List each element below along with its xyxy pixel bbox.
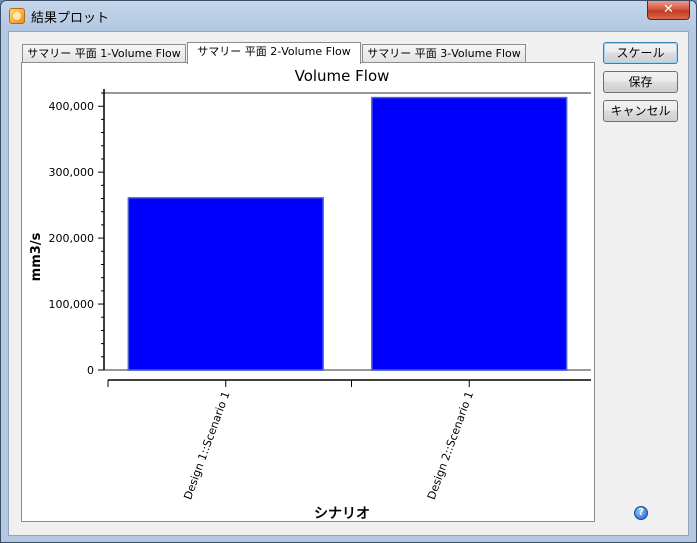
y-tick-label: 0 (87, 364, 94, 377)
chart-panel: Volume Flow mm3/s シナリオ 0 100,000 200,000 30… (21, 62, 595, 522)
x-axis: Design 1::Scenario 1 Design 2::Scenario 1 (107, 379, 591, 502)
y-tick-label: 300,000 (49, 166, 95, 179)
tab-plane-3[interactable]: サマリー 平面 3-Volume Flow (362, 44, 526, 62)
y-tick-label: 200,000 (49, 232, 95, 245)
y-axis: 0 100,000 200,000 300,000 400,000 (49, 89, 105, 377)
bar-1 (127, 197, 324, 371)
bar-2 (371, 96, 568, 371)
scale-button[interactable]: スケール (603, 42, 678, 64)
tab-plane-2[interactable]: サマリー 平面 2-Volume Flow (187, 42, 361, 64)
save-button[interactable]: 保存 (603, 71, 678, 93)
help-icon[interactable]: ? (634, 506, 648, 520)
dialog-window: 結果プロット ✕ サマリー 平面 1-Volume Flow サマリー 平面 2… (0, 0, 697, 543)
title-bar[interactable]: 結果プロット ✕ (1, 1, 696, 31)
app-icon (9, 8, 25, 24)
x-tick-label: Design 1::Scenario 1 (181, 390, 232, 502)
tab-plane-1[interactable]: サマリー 平面 1-Volume Flow (22, 44, 186, 62)
bars (127, 96, 568, 371)
bar-chart: Volume Flow mm3/s シナリオ 0 100,000 200,000 30… (29, 67, 591, 522)
x-tick-label: Design 2::Scenario 1 (425, 390, 476, 502)
y-axis-label: mm3/s (29, 232, 44, 281)
x-axis-label: シナリオ (314, 506, 370, 521)
y-tick-label: 400,000 (49, 100, 95, 113)
cancel-button[interactable]: キャンセル (603, 100, 678, 122)
close-button[interactable]: ✕ (647, 1, 690, 20)
y-tick-label: 100,000 (49, 298, 95, 311)
dialog-client: サマリー 平面 1-Volume Flow サマリー 平面 2-Volume F… (8, 31, 689, 536)
window-title: 結果プロット (31, 11, 110, 26)
chart-title: Volume Flow (295, 67, 390, 85)
